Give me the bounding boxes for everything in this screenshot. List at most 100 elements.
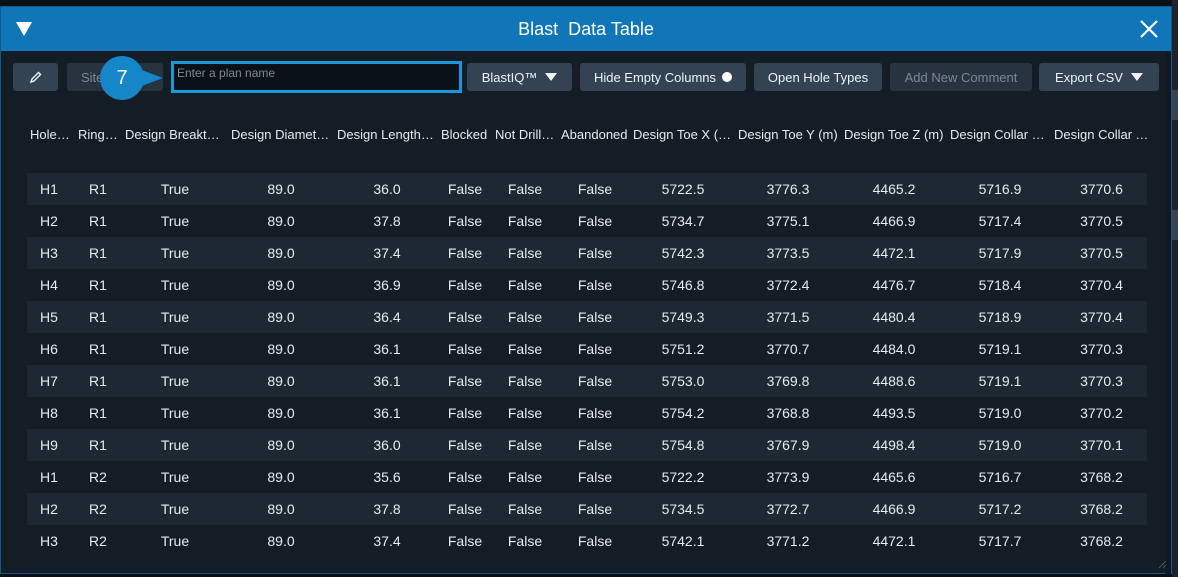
table-cell: 5734.5 — [661, 501, 705, 517]
table-cell: False — [447, 533, 483, 549]
table-cell: False — [577, 373, 613, 389]
table-cell: 4476.7 — [872, 277, 916, 293]
table-cell: 5742.1 — [661, 533, 705, 549]
table-cell: 3768.2 — [1080, 469, 1123, 485]
edit-button[interactable] — [13, 63, 58, 91]
table-cell: 5722.2 — [661, 469, 705, 485]
table-row[interactable]: H3 R1 True 89.0 37.4 False False False 5742.3 377… — [27, 237, 1147, 269]
table-cell: 37.4 — [373, 533, 401, 549]
table-cell: H2 — [40, 501, 58, 517]
background-edge — [1172, 0, 1178, 577]
table-cell: False — [507, 405, 543, 421]
table-cell: H9 — [40, 437, 58, 453]
table-cell: 3771.5 — [766, 309, 810, 325]
column-header[interactable]: Blocked — [441, 127, 489, 142]
table-cell: 5751.2 — [661, 341, 705, 357]
table-cell: False — [447, 405, 483, 421]
table-cell: 4498.4 — [872, 437, 916, 453]
plan-name-input[interactable] — [171, 61, 462, 93]
open-hole-types-label: Open Hole Types — [767, 69, 869, 85]
table-cell: R1 — [89, 405, 107, 421]
table-cell: True — [160, 501, 190, 517]
table-cell: R1 — [89, 373, 107, 389]
table-cell: False — [577, 437, 613, 453]
column-header[interactable]: Design Diamete... — [231, 127, 331, 142]
table-cell: False — [447, 277, 483, 293]
table-cell: 5716.7 — [978, 469, 1022, 485]
table-cell: False — [447, 341, 483, 357]
column-header[interactable]: Design Toe Z (m) — [844, 127, 944, 142]
table-cell: 5753.0 — [661, 373, 705, 389]
column-header[interactable]: Hole ID — [30, 127, 70, 142]
table-cell: 36.1 — [373, 405, 401, 421]
column-header[interactable]: Abandoned — [561, 127, 629, 142]
vertical-scrollbar[interactable] — [1165, 51, 1171, 575]
table-cell: 3770.5 — [1080, 213, 1123, 229]
table-cell: 3770.4 — [1080, 309, 1123, 325]
table-cell: False — [447, 181, 483, 197]
table-cell: 3768.2 — [1080, 501, 1123, 517]
table-row[interactable]: H6 R1 True 89.0 36.1 False False False 5751.2 377… — [27, 333, 1147, 365]
table-cell: H7 — [40, 373, 58, 389]
table-cell: 4465.2 — [872, 181, 916, 197]
table-cell: False — [577, 277, 613, 293]
column-header[interactable]: Design Length (... — [337, 127, 437, 142]
table-row[interactable]: H4 R1 True 89.0 36.9 False False False 5746.8 377… — [27, 269, 1147, 301]
column-header[interactable]: Design Toe Y (m) — [738, 127, 838, 142]
column-header[interactable]: Design Collar X ... — [950, 127, 1050, 142]
add-new-comment-button[interactable]: Add New Comment — [890, 63, 1032, 91]
table-cell: 3770.6 — [1080, 181, 1123, 197]
table-cell: True — [160, 277, 190, 293]
table-cell: 89.0 — [267, 245, 295, 261]
table-cell: False — [507, 213, 543, 229]
export-csv-label: Export CSV — [1055, 69, 1123, 85]
table-cell: H8 — [40, 405, 58, 421]
table-cell: 89.0 — [267, 309, 295, 325]
table-cell: 36.4 — [373, 309, 401, 325]
table-cell: R1 — [89, 181, 107, 197]
table-cell: True — [160, 181, 190, 197]
pencil-icon — [29, 71, 41, 84]
table-cell: 5717.9 — [978, 245, 1022, 261]
blastiq-dropdown[interactable]: BlastIQ™ — [467, 63, 572, 91]
table-row[interactable]: H7 R1 True 89.0 36.1 False False False 5753.0 376… — [27, 365, 1147, 397]
close-icon[interactable] — [1139, 19, 1159, 39]
table-cell: 5754.2 — [661, 405, 705, 421]
table-cell: H4 — [40, 277, 58, 293]
table-cell: 36.1 — [373, 373, 401, 389]
table-cell: False — [577, 245, 613, 261]
column-header[interactable]: Ring ID — [78, 127, 118, 142]
table-row[interactable]: H2 R1 True 89.0 37.8 False False False 5734.7 377… — [27, 205, 1147, 237]
export-csv-dropdown[interactable]: Export CSV — [1039, 63, 1159, 91]
table-cell: 36.9 — [373, 277, 401, 293]
table-row[interactable]: H5 R1 True 89.0 36.4 False False False 5749.3 377… — [27, 301, 1147, 333]
column-header[interactable]: Design Collar Y ... — [1054, 127, 1149, 142]
table-row[interactable]: H3 R2 True 89.0 37.4 False False False 5742.1 377… — [27, 525, 1147, 557]
table-cell: 5717.7 — [978, 533, 1022, 549]
step-marker: 7 — [100, 56, 144, 100]
table-cell: 3768.2 — [1080, 533, 1123, 549]
table-cell: 4465.6 — [872, 469, 916, 485]
table-cell: 3773.9 — [766, 469, 810, 485]
table-cell: False — [577, 341, 613, 357]
table-cell: 5717.4 — [978, 213, 1022, 229]
table-cell: False — [447, 469, 483, 485]
table-cell: False — [507, 277, 543, 293]
column-header[interactable]: Design Toe X (m) — [633, 127, 733, 142]
table-cell: R1 — [89, 437, 107, 453]
table-row[interactable]: H1 R2 True 89.0 35.6 False False False 5722.2 377… — [27, 461, 1147, 493]
column-header[interactable]: Design Breakthr... — [125, 127, 225, 142]
table-row[interactable]: H9 R1 True 89.0 36.0 False False False 5754.8 376… — [27, 429, 1147, 461]
table-row[interactable]: H1 R1 True 89.0 36.0 False False False 5722.5 377… — [27, 173, 1147, 205]
resize-grip-icon[interactable] — [1157, 559, 1167, 569]
table-row[interactable]: H8 R1 True 89.0 36.1 False False False 5754.2 376… — [27, 397, 1147, 429]
table-cell: 3770.4 — [1080, 277, 1123, 293]
table-cell: H3 — [40, 245, 58, 261]
hide-empty-columns-toggle[interactable]: Hide Empty Columns — [580, 63, 746, 91]
table-cell: 5719.0 — [978, 437, 1022, 453]
table-cell: H1 — [40, 469, 58, 485]
column-header[interactable]: Not Drilled — [495, 127, 555, 142]
table-cell: 89.0 — [267, 373, 295, 389]
table-row[interactable]: H2 R2 True 89.0 37.8 False False False 5734.5 377… — [27, 493, 1147, 525]
open-hole-types-button[interactable]: Open Hole Types — [754, 63, 882, 91]
